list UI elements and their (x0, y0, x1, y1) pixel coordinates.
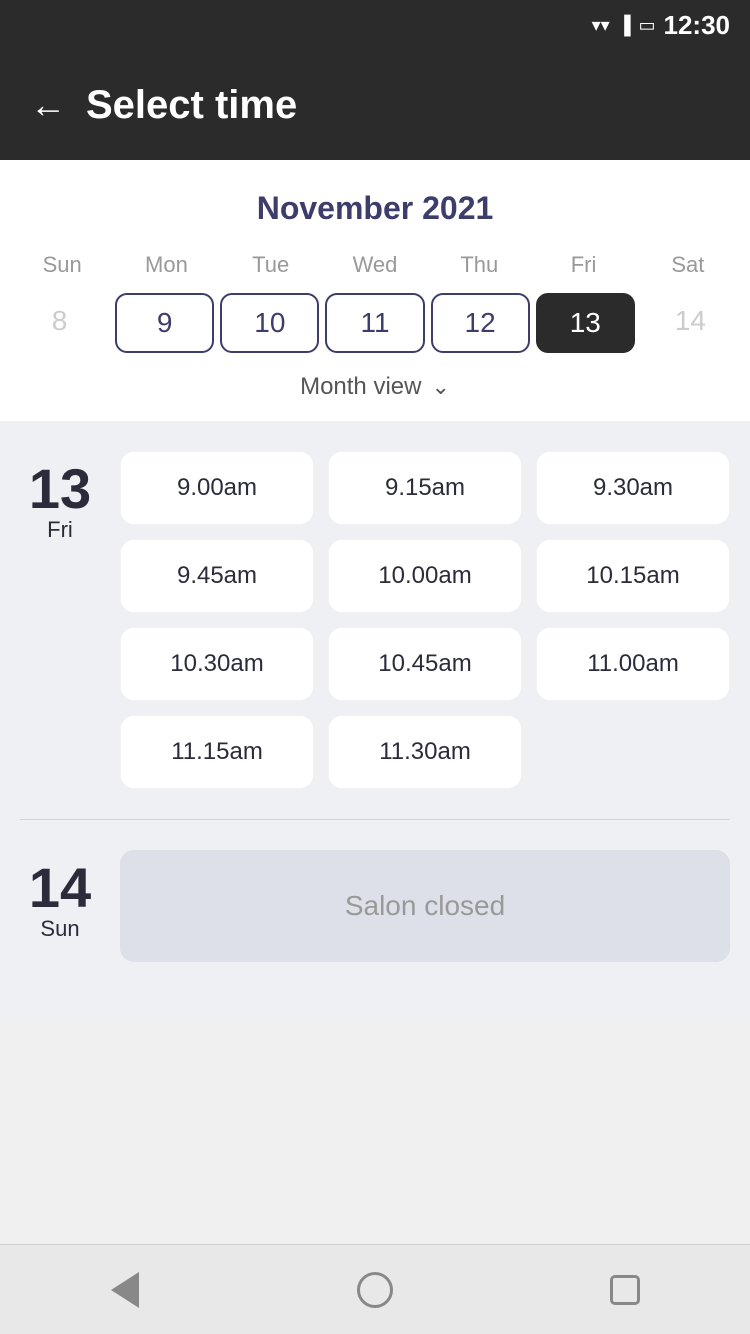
page-title: Select time (86, 83, 297, 128)
day-label-13: 13 Fri (20, 451, 100, 789)
app-header: ← Select time (0, 50, 750, 160)
slots-grid-13: 9.00am 9.15am 9.30am 9.45am 10.00am 10.1… (120, 451, 730, 789)
date-12[interactable]: 12 (431, 293, 530, 353)
month-view-toggle[interactable]: Month view ⌄ (0, 363, 750, 421)
day-name-13: Fri (47, 517, 73, 543)
bottom-nav (0, 1244, 750, 1334)
weekday-tue: Tue (219, 247, 323, 283)
time-slot-3[interactable]: 9.45am (120, 539, 314, 613)
time-slot-2[interactable]: 9.30am (536, 451, 730, 525)
time-slot-6[interactable]: 10.30am (120, 627, 314, 701)
time-slot-7[interactable]: 10.45am (328, 627, 522, 701)
nav-recent-button[interactable] (595, 1260, 655, 1320)
time-slot-0[interactable]: 9.00am (120, 451, 314, 525)
day-block-13: 13 Fri 9.00am 9.15am 9.30am 9.45am 10.00… (20, 451, 730, 789)
calendar-section: November 2021 Sun Mon Tue Wed Thu Fri Sa… (0, 160, 750, 421)
nav-back-button[interactable] (95, 1260, 155, 1320)
weekday-row: Sun Mon Tue Wed Thu Fri Sat (0, 247, 750, 283)
weekday-wed: Wed (323, 247, 427, 283)
home-nav-icon (357, 1272, 393, 1308)
day-divider (20, 819, 730, 820)
day-label-14: 14 Sun (20, 850, 100, 962)
time-slot-1[interactable]: 9.15am (328, 451, 522, 525)
date-14[interactable]: 14 (641, 293, 740, 353)
salon-closed-label: Salon closed (120, 850, 730, 962)
timeslots-section: 13 Fri 9.00am 9.15am 9.30am 9.45am 10.00… (0, 421, 750, 1022)
weekday-sat: Sat (636, 247, 740, 283)
month-year-label: November 2021 (0, 180, 750, 247)
date-row: 8 9 10 11 12 13 14 (0, 283, 750, 363)
status-bar: ▾▾ ▐ ▭ 12:30 (0, 0, 750, 50)
status-time: 12:30 (664, 10, 731, 41)
day-name-14: Sun (40, 916, 79, 942)
weekday-mon: Mon (114, 247, 218, 283)
day-number-13: 13 (29, 461, 91, 517)
weekday-sun: Sun (10, 247, 114, 283)
signal-icon: ▐ (618, 15, 631, 36)
time-slot-4[interactable]: 10.00am (328, 539, 522, 613)
date-13[interactable]: 13 (536, 293, 635, 353)
closed-block-14: Salon closed (120, 850, 730, 962)
weekday-thu: Thu (427, 247, 531, 283)
time-slot-8[interactable]: 11.00am (536, 627, 730, 701)
chevron-down-icon: ⌄ (431, 374, 449, 400)
status-icons: ▾▾ ▐ ▭ 12:30 (592, 10, 730, 41)
back-button[interactable]: ← (30, 87, 66, 123)
recent-nav-icon (610, 1275, 640, 1305)
date-8[interactable]: 8 (10, 293, 109, 353)
back-nav-icon (111, 1272, 139, 1308)
date-9[interactable]: 9 (115, 293, 214, 353)
time-slot-9[interactable]: 11.15am (120, 715, 314, 789)
date-11[interactable]: 11 (325, 293, 424, 353)
day-number-14: 14 (29, 860, 91, 916)
time-slot-10[interactable]: 11.30am (328, 715, 522, 789)
day-block-14: 14 Sun Salon closed (20, 850, 730, 962)
month-view-label: Month view (300, 373, 421, 401)
nav-home-button[interactable] (345, 1260, 405, 1320)
battery-icon: ▭ (638, 15, 655, 36)
date-10[interactable]: 10 (220, 293, 319, 353)
time-slot-5[interactable]: 10.15am (536, 539, 730, 613)
weekday-fri: Fri (531, 247, 635, 283)
wifi-icon: ▾▾ (592, 15, 610, 36)
